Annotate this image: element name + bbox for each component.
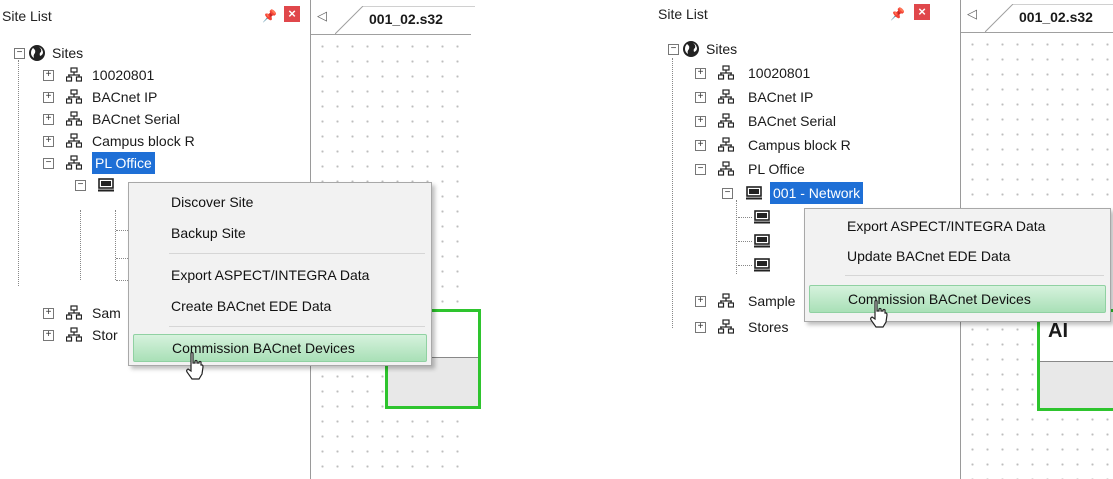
network-icon: [718, 65, 734, 81]
tab-scroll-left-icon[interactable]: ◁: [967, 6, 977, 22]
tree-item-site[interactable]: + 10020801: [650, 62, 870, 84]
tree-root-sites[interactable]: − Sites: [0, 42, 200, 64]
device-icon: [754, 209, 770, 225]
collapse-icon[interactable]: −: [668, 44, 679, 55]
block-label: AI: [1048, 320, 1068, 342]
menu-item-commission-devices[interactable]: Commission BACnet Devices: [133, 334, 427, 362]
network-icon: [718, 161, 734, 177]
tree-item-pl-office[interactable]: − PL Office: [0, 152, 220, 174]
menu-item-discover-site[interactable]: Discover Site: [133, 189, 427, 215]
network-icon: [718, 293, 734, 309]
function-block-ai[interactable]: AI: [1037, 309, 1113, 411]
expand-icon[interactable]: +: [695, 92, 706, 103]
network-icon: [66, 305, 82, 321]
expand-icon[interactable]: +: [43, 136, 54, 147]
tree-item-site[interactable]: + BACnet IP: [650, 86, 870, 108]
left-panel: Site List 📌 × − Sites + 10020801 + BACne…: [0, 0, 481, 479]
menu-separator: [845, 275, 1104, 276]
network-icon: [718, 113, 734, 129]
tree-item-site[interactable]: + BACnet Serial: [0, 108, 220, 130]
menu-item-backup-site[interactable]: Backup Site: [133, 220, 427, 246]
network-icon: [718, 137, 734, 153]
network-icon: [718, 319, 734, 335]
tab-bar: ◁ 001_02.s32: [311, 0, 475, 35]
menu-item-export-data[interactable]: Export ASPECT/INTEGRA Data: [133, 262, 427, 288]
globe-icon: [682, 40, 700, 58]
collapse-icon[interactable]: −: [695, 164, 706, 175]
edit-device-icon: [754, 233, 770, 249]
expand-icon[interactable]: +: [43, 114, 54, 125]
device-icon: [754, 257, 770, 273]
tab-document[interactable]: 001_02.s32: [369, 6, 443, 34]
block-body: [1040, 361, 1113, 408]
network-icon: [718, 89, 734, 105]
context-menu: Export ASPECT/INTEGRA Data Update BACnet…: [804, 208, 1111, 322]
network-icon: [66, 67, 82, 83]
network-icon: [66, 327, 82, 343]
expand-icon[interactable]: +: [695, 140, 706, 151]
expand-icon[interactable]: +: [43, 330, 54, 341]
menu-item-export-data[interactable]: Export ASPECT/INTEGRA Data: [809, 213, 1106, 239]
monitor-icon: [746, 185, 762, 201]
network-icon: [66, 111, 82, 127]
collapse-icon[interactable]: −: [722, 188, 733, 199]
tab-document[interactable]: 001_02.s32: [1019, 4, 1093, 32]
expand-icon[interactable]: +: [695, 68, 706, 79]
expand-icon[interactable]: +: [43, 70, 54, 81]
tree-item-network[interactable]: −: [0, 174, 120, 196]
collapse-icon[interactable]: −: [43, 158, 54, 169]
expand-icon[interactable]: +: [695, 322, 706, 333]
expand-icon[interactable]: +: [695, 296, 706, 307]
tab-scroll-left-icon[interactable]: ◁: [317, 8, 327, 24]
context-menu: Discover Site Backup Site Export ASPECT/…: [128, 182, 432, 366]
monitor-icon: [98, 177, 114, 193]
menu-separator: [169, 326, 425, 327]
tree-item-site[interactable]: + Stor: [0, 324, 140, 346]
hand-cursor-icon: [868, 300, 888, 328]
tab-bar: ◁ 001_02.s32: [961, 0, 1113, 33]
network-icon: [66, 155, 82, 171]
tree-item-site[interactable]: + BACnet Serial: [650, 110, 870, 132]
menu-item-update-ede[interactable]: Update BACnet EDE Data: [809, 243, 1106, 269]
tree-item-site[interactable]: + Campus block R: [0, 130, 220, 152]
tree-item-device[interactable]: [650, 254, 790, 276]
network-icon: [66, 89, 82, 105]
tree-item-pl-office[interactable]: − PL Office: [650, 158, 870, 180]
tree-item-site[interactable]: + Sam: [0, 302, 140, 324]
menu-separator: [169, 253, 425, 254]
hand-cursor-icon: [184, 352, 204, 380]
menu-item-commission-devices[interactable]: Commission BACnet Devices: [809, 285, 1106, 313]
right-panel: Site List 📌 × − Sites + 10020801 + BACne…: [650, 0, 1113, 479]
tree-root-sites[interactable]: − Sites: [650, 38, 850, 60]
tree-item-site[interactable]: + 10020801: [0, 64, 220, 86]
expand-icon[interactable]: +: [43, 308, 54, 319]
collapse-icon[interactable]: −: [75, 180, 86, 191]
tree-item-site[interactable]: + BACnet IP: [0, 86, 220, 108]
expand-icon[interactable]: +: [43, 92, 54, 103]
menu-item-create-ede[interactable]: Create BACnet EDE Data: [133, 293, 427, 319]
tree-item-network[interactable]: − 001 - Network: [650, 182, 890, 204]
tree-item-device[interactable]: [650, 206, 790, 228]
network-icon: [66, 133, 82, 149]
globe-icon: [28, 44, 46, 62]
tree-item-device[interactable]: [650, 230, 790, 252]
expand-icon[interactable]: +: [695, 116, 706, 127]
collapse-icon[interactable]: −: [14, 48, 25, 59]
tree-item-site[interactable]: + Campus block R: [650, 134, 870, 156]
